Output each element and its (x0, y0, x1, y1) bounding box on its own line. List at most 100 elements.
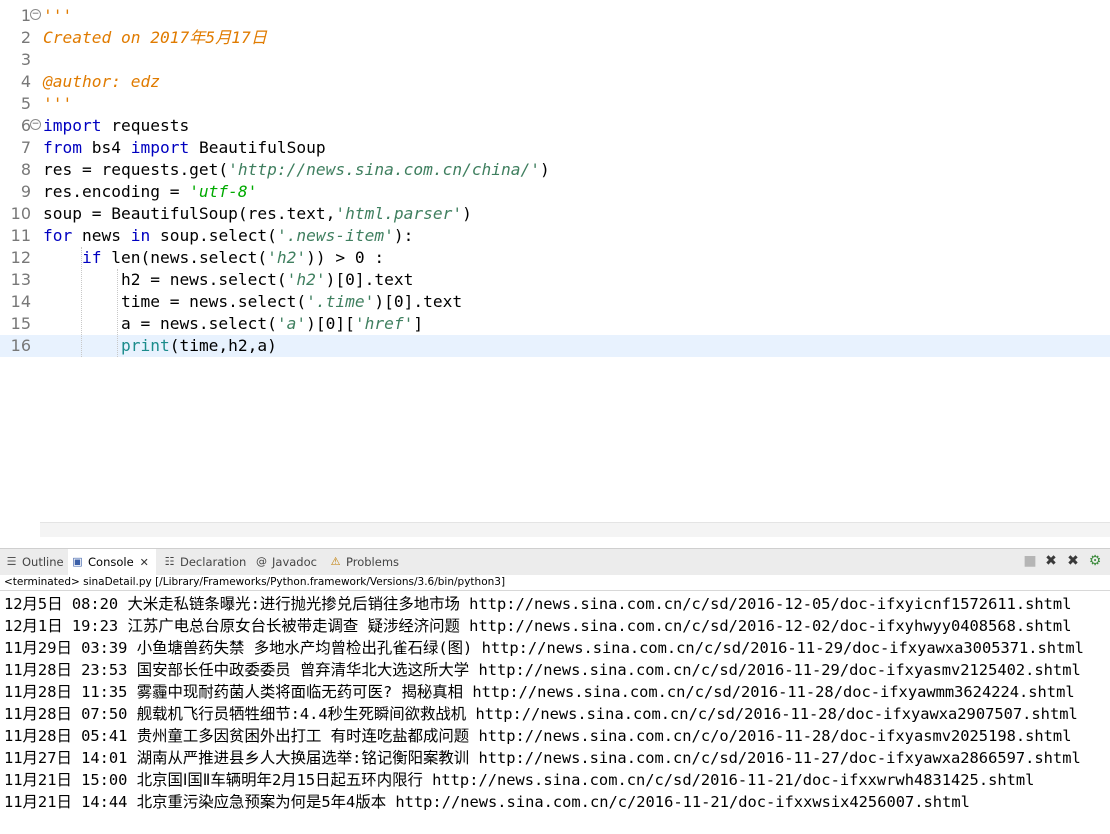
console-status-label: <terminated> sinaDetail.py [/Library/Fra… (4, 576, 506, 588)
code-line[interactable]: 15 a = news.select('a')[0]['href'] (0, 313, 1110, 335)
console-line: 11月28日 07:50 舰载机飞行员牺牲细节:4.4秒生死瞬间欲救战机 htt… (4, 705, 1078, 723)
code-token: news (72, 226, 131, 245)
line-number: 10 (10, 204, 31, 223)
code-line[interactable]: 3 (0, 49, 1110, 71)
code-text: print(time,h2,a) (43, 335, 277, 357)
code-token: ] (413, 314, 424, 333)
console-output[interactable]: 12月5日 08:20 大米走私链条曝光:进行抛光掺兑后销往多地市场 http:… (0, 590, 1110, 834)
tab-problems[interactable]: ⚠ Problems (326, 549, 400, 575)
console-line: 11月28日 05:41 贵州童工多因贫困外出打工 有时连吃盐都成问题 http… (4, 727, 1072, 745)
code-token: res = requests.get( (43, 160, 229, 179)
code-text: for news in soup.select('.news-item'): (43, 225, 413, 247)
code-token: if (81, 248, 102, 267)
line-number: 14 (10, 292, 31, 311)
code-token: import (130, 138, 190, 157)
minimize-icon[interactable]: ■ (1022, 553, 1038, 569)
code-text: h2 = news.select('h2')[0].text (43, 269, 413, 291)
fold-toggle-icon[interactable]: − (30, 119, 41, 130)
code-token: )[0].text (325, 270, 414, 289)
fold-toggle-icon[interactable]: − (30, 9, 41, 20)
code-line[interactable]: 10 soup = BeautifulSoup(res.text,'html.pa… (0, 203, 1110, 225)
code-token: bs4 (81, 138, 131, 157)
code-line[interactable]: 14 time = news.select('.time')[0].text (0, 291, 1110, 313)
code-text: ''' (43, 5, 72, 27)
code-token: ) (462, 204, 472, 223)
tab-declaration[interactable]: ☷ Declaration (160, 549, 248, 575)
line-number: 6 (20, 116, 31, 135)
code-token: '.time' (306, 292, 375, 311)
line-number: 4 (20, 72, 31, 91)
code-token: 'a' (276, 314, 307, 333)
code-line[interactable]: 13 h2 = news.select('h2')[0].text (0, 269, 1110, 291)
outline-icon: ☰ (6, 555, 17, 568)
code-text: ''' (43, 93, 72, 115)
code-token: res.encoding = (43, 182, 190, 201)
remove-launch-icon[interactable]: ✖ (1043, 553, 1059, 569)
code-line[interactable]: 6− import requests (0, 115, 1110, 137)
tab-label: Outline (22, 555, 64, 569)
tab-label: Problems (346, 555, 400, 569)
code-token: from (43, 138, 82, 157)
tab-javadoc[interactable]: @ Javadoc (252, 549, 322, 575)
code-line[interactable]: 2 Created on 2017年5月17日 (0, 27, 1110, 49)
code-token: 'href' (354, 314, 414, 333)
line-number: 2 (20, 28, 31, 47)
tab-console[interactable]: ▣ Console ✕ (68, 549, 156, 575)
line-number: 9 (20, 182, 31, 201)
remove-all-terminated-icon[interactable]: ✖ (1065, 553, 1081, 569)
javadoc-icon: @ (256, 555, 267, 568)
console-line: 11月27日 14:01 湖南从严推进县乡人大换届选举:铭记衡阳案教训 http… (4, 749, 1081, 767)
code-text: res.encoding = 'utf-8' (43, 181, 257, 203)
close-tab-icon[interactable]: ✕ (140, 550, 149, 576)
line-number: 3 (20, 50, 31, 69)
editor-horizontal-scrollbar[interactable] (40, 522, 1110, 537)
code-token: 'http://news.sina.com.cn/china/' (228, 160, 541, 179)
console-line: 12月1日 19:23 江苏广电总台原女台长被带走调查 疑涉经济问题 http:… (4, 617, 1072, 635)
code-token: '.news-item' (276, 226, 394, 245)
code-token: )[0][ (306, 314, 355, 333)
code-token: requests (101, 116, 190, 135)
code-text: soup = BeautifulSoup(res.text,'html.pars… (43, 203, 472, 225)
code-line[interactable]: 8 res = requests.get('http://news.sina.co… (0, 159, 1110, 181)
console-line: 11月21日 14:44 北京重污染应急预案为何是5年4版本 http://ne… (4, 793, 970, 811)
code-line[interactable]: 16 print(time,h2,a) (0, 335, 1110, 357)
code-token: in (130, 226, 151, 245)
code-token: 'h2' (267, 248, 307, 267)
code-text: a = news.select('a')[0]['href'] (43, 313, 423, 335)
console-icon: ▣ (72, 555, 83, 568)
code-text: res = requests.get('http://news.sina.com… (43, 159, 550, 181)
indent-guide (117, 269, 118, 357)
console-line: 11月29日 03:39 小鱼塘兽药失禁 多地水产均曾检出孔雀石绿(图) htt… (4, 639, 1084, 657)
tab-label: Declaration (180, 555, 247, 569)
tab-label: Javadoc (272, 555, 317, 569)
code-line[interactable]: 7 from bs4 import BeautifulSoup (0, 137, 1110, 159)
code-token: ''' (43, 6, 73, 25)
code-token: ''' (43, 94, 73, 113)
line-number: 7 (20, 138, 31, 157)
code-token: 'html.parser' (335, 204, 463, 223)
code-token: (time,h2,a) (169, 336, 277, 355)
line-number: 16 (10, 336, 31, 355)
code-line[interactable]: 12 if len(news.select('h2')) > 0 : (0, 247, 1110, 269)
code-token: Created on 2017年5月17日 (43, 28, 267, 47)
code-token: 'h2' (286, 270, 326, 289)
debug-icon[interactable]: ⚙ (1087, 553, 1103, 569)
code-editor[interactable]: 1− ''' 2 Created on 2017年5月17日 3 4 @author: ed… (0, 0, 1110, 540)
code-line[interactable]: 4 @author: edz (0, 71, 1110, 93)
code-line[interactable]: 9 res.encoding = 'utf-8' (0, 181, 1110, 203)
console-line: 12月5日 08:20 大米走私链条曝光:进行抛光掺兑后销往多地市场 http:… (4, 595, 1072, 613)
console-line: 11月28日 23:53 国安部长任中政委委员 曾弃清华北大选这所大学 http… (4, 661, 1081, 679)
line-number: 8 (20, 160, 31, 179)
view-tab-bar: ☰ Outline ▣ Console ✕ ☷ Declaration @ Javadoc ⚠ Pr… (0, 548, 1110, 575)
code-line[interactable]: 5 ''' (0, 93, 1110, 115)
tab-outline[interactable]: ☰ Outline (2, 549, 68, 575)
code-token: time = news.select( (43, 292, 307, 311)
declaration-icon: ☷ (164, 555, 175, 568)
code-line[interactable]: 1− ''' (0, 5, 1110, 27)
code-token: )) > 0 : (306, 248, 385, 267)
line-number: 15 (10, 314, 31, 333)
line-number: 12 (10, 248, 31, 267)
code-line[interactable]: 11 for news in soup.select('.news-item'): (0, 225, 1110, 247)
code-token: )[0].text (374, 292, 463, 311)
